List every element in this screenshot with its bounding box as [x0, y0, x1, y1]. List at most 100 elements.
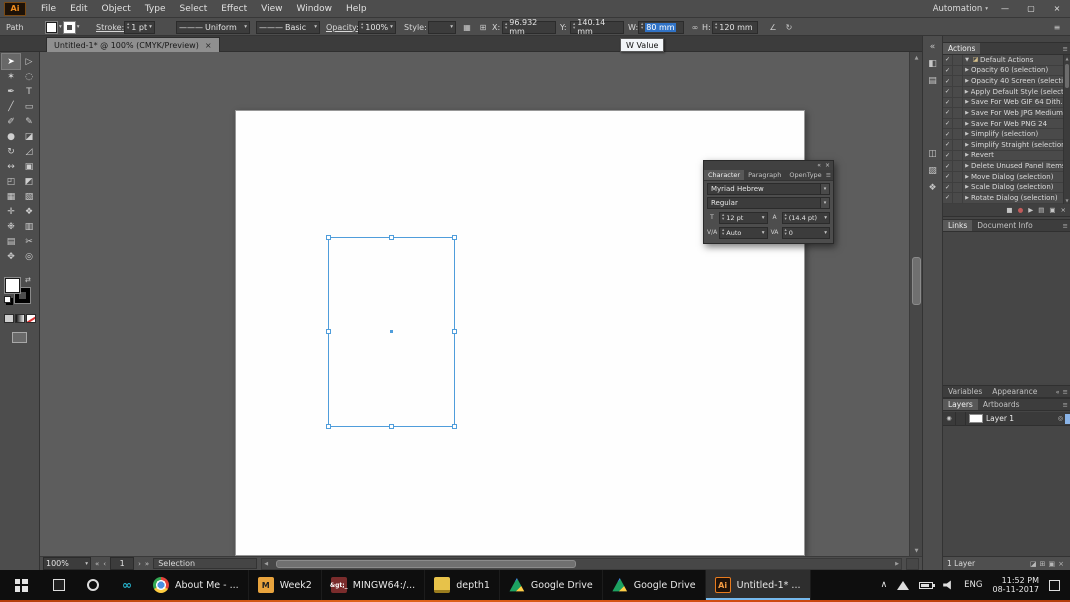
action-item[interactable]: ✓ ▶ Rotate Dialog (selection)	[943, 193, 1070, 204]
stepper-icon[interactable]: ▴ ▾	[722, 228, 724, 236]
dialog-toggle-box[interactable]	[953, 97, 963, 108]
wifi-icon[interactable]	[897, 580, 910, 590]
chevron-down-icon[interactable]: ▾	[762, 230, 765, 236]
symbols-panel-icon[interactable]: ❖	[928, 179, 936, 196]
menu-view[interactable]: View	[254, 0, 289, 18]
character-panel-titlebar[interactable]: « ×	[704, 161, 833, 170]
slice-tool[interactable]: ✂	[20, 234, 38, 249]
dialog-toggle-box[interactable]	[953, 182, 963, 193]
zoom-dropdown[interactable]: 100% ▾	[43, 557, 91, 570]
horizontal-scrollbar[interactable]: ◀ ▶	[261, 557, 902, 570]
stepper-icon[interactable]: ▴ ▾	[573, 23, 575, 31]
chevron-down-icon[interactable]: ▾	[762, 215, 765, 221]
handle-bottom-middle[interactable]	[388, 424, 394, 429]
expand-icon[interactable]: ▶	[963, 184, 971, 190]
collapse-panel-icon[interactable]: «	[1056, 388, 1060, 396]
swatches-panel-icon[interactable]: ◫	[928, 145, 937, 162]
actions-scroll-thumb[interactable]	[1065, 64, 1069, 88]
stroke-width-field[interactable]: ▴ ▾ 1 pt ▾	[124, 20, 155, 34]
check-icon[interactable]: ✓	[943, 108, 953, 118]
dialog-toggle-box[interactable]	[953, 118, 963, 129]
chevron-down-icon[interactable]: ▾	[314, 24, 317, 30]
menu-edit[interactable]: Edit	[63, 0, 94, 18]
expand-icon[interactable]: ▶	[963, 121, 971, 127]
font-family-dropdown[interactable]: Myriad Hebrew ▾	[707, 183, 830, 195]
lasso-tool[interactable]: ◌	[20, 69, 38, 84]
tab-paragraph[interactable]: Paragraph	[744, 170, 785, 180]
action-item[interactable]: ✓ ▶ Save For Web JPG Medium	[943, 108, 1070, 119]
vertical-scrollbar[interactable]: ▲ ▼	[909, 52, 922, 556]
dialog-toggle-box[interactable]	[953, 55, 963, 65]
font-size-field[interactable]: ▴ ▾ 12 pt ▾	[719, 211, 768, 224]
action-item[interactable]: ✓ ▶ Apply Default Style (selecti...	[943, 86, 1070, 98]
scale-tool[interactable]: ◿	[20, 144, 38, 159]
rotate-tool[interactable]: ↻	[2, 144, 20, 159]
align-options-icon[interactable]: ⊞	[476, 20, 490, 34]
x-field[interactable]: ▴ ▾ 96.932 mm	[502, 18, 556, 36]
w-field[interactable]: ▴ ▾ 80 mm	[638, 20, 684, 34]
actions-scrollbar[interactable]: ▲ ▼	[1063, 55, 1070, 204]
menu-window[interactable]: Window	[290, 0, 340, 18]
layer-row[interactable]: ◉ Layer 1 ◎	[943, 412, 1070, 426]
target-icon[interactable]: ◎	[1058, 415, 1063, 422]
paintbrush-tool[interactable]: ✐	[2, 114, 20, 129]
fill-proxy-swatch[interactable]	[5, 278, 20, 293]
delete-layer-icon[interactable]: ×	[1058, 560, 1064, 568]
check-icon[interactable]: ✓	[943, 182, 953, 193]
check-icon[interactable]: ✓	[943, 129, 953, 139]
visibility-eye-icon[interactable]: ◉	[943, 412, 956, 425]
eraser-tool[interactable]: ◪	[20, 129, 38, 144]
stepper-icon[interactable]: ▴ ▾	[722, 213, 724, 221]
action-item[interactable]: ✓ ▶ Opacity 40 Screen (selecti...	[943, 76, 1070, 87]
tab-variables[interactable]: Variables	[943, 386, 987, 397]
tab-close-icon[interactable]: ×	[205, 41, 212, 50]
tab-actions[interactable]: Actions	[943, 43, 981, 54]
gradient-tool[interactable]: ▧	[20, 189, 38, 204]
handle-top-middle[interactable]	[388, 235, 394, 240]
check-icon[interactable]: ✓	[943, 86, 953, 97]
collapse-icon[interactable]: ▼	[963, 57, 971, 63]
menu-object[interactable]: Object	[95, 0, 138, 18]
action-center-icon[interactable]	[1049, 579, 1060, 591]
dialog-toggle-box[interactable]	[953, 76, 963, 86]
action-set-row[interactable]: ✓ ▼ ◪ Default Actions	[943, 55, 1070, 66]
mesh-tool[interactable]: ▦	[2, 189, 20, 204]
panel-menu-icon[interactable]: ≡	[1063, 401, 1068, 409]
expand-icon[interactable]: ▶	[963, 110, 971, 116]
scroll-up-icon[interactable]: ▲	[1064, 55, 1070, 62]
collapse-dock-icon[interactable]: «	[930, 38, 936, 55]
kerning-field[interactable]: ▴ ▾ Auto ▾	[719, 226, 768, 239]
tracking-field[interactable]: ▴ ▾ 0 ▾	[781, 226, 830, 239]
taskbar-app-google-drive-1[interactable]: Google Drive	[500, 570, 603, 600]
selection-color-chip[interactable]	[1065, 413, 1070, 424]
action-item[interactable]: ✓ ▶ Simplify Straight (selection)	[943, 140, 1070, 151]
perspective-grid-tool[interactable]: ◩	[20, 174, 38, 189]
chevron-down-icon[interactable]: ▾	[824, 230, 827, 236]
font-style-dropdown[interactable]: Regular ▾	[707, 197, 830, 209]
record-icon[interactable]: ●	[1018, 206, 1024, 214]
tab-opentype[interactable]: OpenType	[785, 170, 825, 180]
dialog-toggle-box[interactable]	[953, 150, 963, 161]
taskbar-app-illustrator[interactable]: Ai Untitled-1* ...	[705, 570, 811, 600]
stepper-icon[interactable]: ▴ ▾	[361, 23, 363, 31]
scroll-left-icon[interactable]: ◀	[264, 561, 268, 567]
magic-wand-tool[interactable]: ✶	[2, 69, 20, 84]
change-screen-mode-button[interactable]	[12, 332, 27, 343]
expand-icon[interactable]: ▶	[963, 89, 971, 95]
chevron-down-icon[interactable]: ▾	[820, 198, 829, 208]
style-dropdown[interactable]: ▾	[428, 20, 456, 34]
symbol-sprayer-tool[interactable]: ❉	[2, 219, 20, 234]
expand-icon[interactable]: ▶	[963, 142, 971, 148]
blob-brush-tool[interactable]: ●	[2, 129, 20, 144]
status-display[interactable]: Selection	[153, 558, 258, 569]
taskbar-app-google-drive-2[interactable]: Google Drive	[603, 570, 706, 600]
horizontal-scroll-thumb[interactable]	[276, 559, 577, 568]
pinned-app-ring[interactable]	[76, 570, 110, 600]
chevron-down-icon[interactable]: ▾	[390, 24, 393, 30]
expand-icon[interactable]: ▶	[963, 174, 971, 180]
stepper-icon[interactable]: ▴ ▾	[127, 23, 129, 31]
layer-name[interactable]: Layer 1	[986, 414, 1058, 423]
leading-field[interactable]: ▴ ▾ (14.4 pt) ▾	[781, 211, 830, 224]
close-panel-icon[interactable]: ×	[825, 162, 830, 169]
document-tab[interactable]: Untitled-1* @ 100% (CMYK/Preview) ×	[46, 37, 220, 52]
